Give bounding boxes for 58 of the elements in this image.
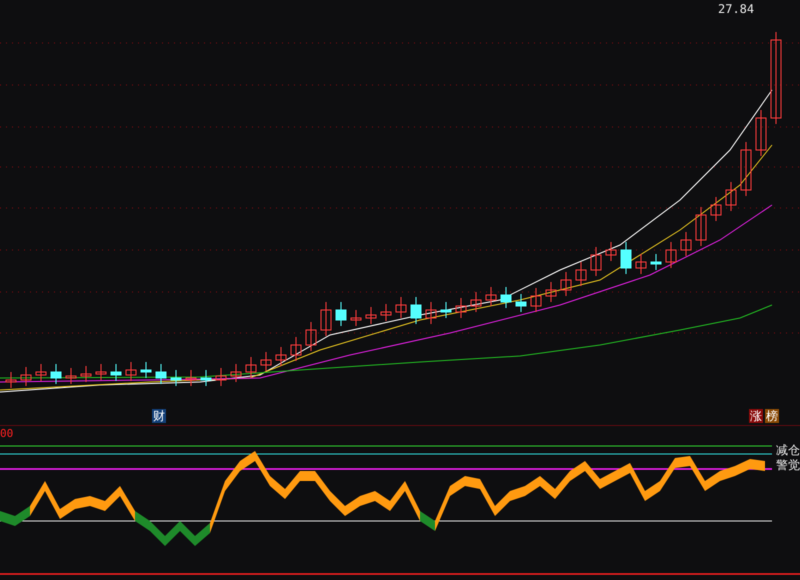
- candlestick: [276, 346, 286, 366]
- candlestick: [66, 368, 76, 384]
- candlestick: [320, 302, 332, 336]
- candlestick: [426, 302, 436, 324]
- candlestick: [726, 182, 736, 212]
- candlestick: [230, 364, 242, 382]
- candlestick: [80, 366, 92, 382]
- candlestick: [306, 322, 316, 352]
- candlestick: [50, 364, 62, 384]
- candlestick: [606, 242, 616, 262]
- candlestick: [620, 242, 632, 274]
- candlestick: [530, 288, 542, 312]
- indicator-label: 警觉: [776, 458, 800, 473]
- price-label: 27.84: [718, 2, 754, 16]
- news-badge[interactable]: 财: [152, 409, 166, 423]
- candlestick: [470, 292, 482, 312]
- candlestick: [590, 246, 602, 276]
- event-badge[interactable]: 榜: [765, 409, 779, 423]
- candlestick: [516, 294, 526, 312]
- candlestick: [576, 262, 586, 286]
- candlestick: [440, 302, 452, 318]
- candlestick: [410, 296, 422, 324]
- candlestick: [546, 282, 556, 302]
- candlestick: [260, 352, 272, 372]
- candlestick: [380, 304, 392, 322]
- candlestick: [110, 364, 122, 382]
- candlestick: [156, 364, 166, 384]
- candlestick: [200, 370, 212, 386]
- candlestick: [636, 254, 646, 274]
- candlestick: [500, 286, 512, 308]
- candlestick: [216, 368, 226, 386]
- candlestick: [96, 364, 106, 380]
- candlestick: [290, 336, 302, 362]
- candlestick: [560, 272, 572, 296]
- candlestick: [246, 356, 256, 378]
- candlestick: [696, 206, 706, 246]
- candlestick: [756, 110, 766, 156]
- candlestick: [186, 370, 196, 386]
- candlestick: [486, 286, 496, 306]
- candlestick: [680, 232, 692, 256]
- candlestick: [366, 306, 376, 324]
- candlestick: [710, 196, 722, 222]
- candlestick: [170, 370, 182, 386]
- candlestick: [666, 242, 676, 268]
- candlestick: [126, 362, 136, 382]
- candlestick: [350, 310, 362, 326]
- candlestick: [740, 142, 752, 196]
- candlestick: [140, 362, 152, 378]
- candlestick: [36, 364, 46, 382]
- candlestick: [396, 296, 406, 318]
- candlestick: [20, 366, 32, 386]
- candlestick: [650, 254, 662, 270]
- indicator-value: 00: [0, 427, 14, 440]
- candlestick: [336, 302, 346, 326]
- event-badge[interactable]: 涨: [749, 409, 763, 423]
- candlestick: [456, 298, 466, 318]
- candlestick: [6, 372, 16, 388]
- indicator-label: 减仓: [776, 443, 800, 458]
